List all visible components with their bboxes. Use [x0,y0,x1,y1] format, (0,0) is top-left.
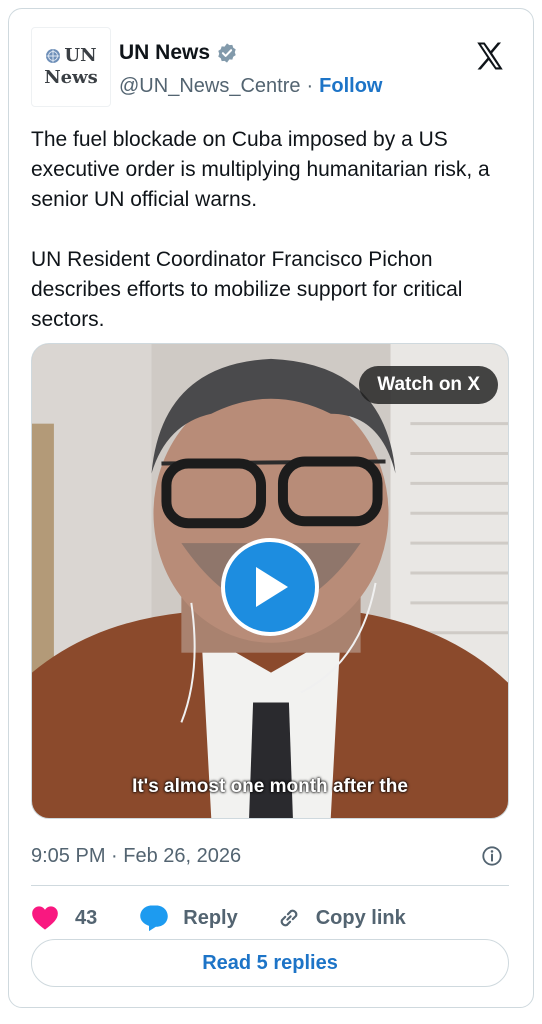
logo-text-un: UN [64,45,97,66]
x-logo-icon[interactable] [473,39,507,73]
post-timestamp[interactable]: 9:05 PM · Feb 26, 2026 [31,845,241,868]
handle[interactable]: @UN_News_Centre [119,75,300,98]
reply-bubble-icon [140,905,168,932]
action-bar: 43 Reply Copy link [31,903,406,933]
read-replies-button[interactable]: Read 5 replies [31,939,509,987]
post-text: The fuel blockade on Cuba imposed by a U… [31,128,490,331]
link-icon [280,909,298,927]
reply-label: Reply [183,906,238,929]
un-emblem-icon [46,49,61,63]
video-caption: It's almost one month after the [132,776,408,797]
display-name[interactable]: UN News [119,41,210,65]
copy-link-button[interactable]: Copy link [276,905,406,931]
heart-icon [32,906,58,930]
embedded-post-card: UN News UN News @UN_News_Centre · Follow… [8,8,534,1008]
info-icon[interactable] [481,845,503,867]
video-player[interactable]: Watch on X It's almost one month after t… [31,343,509,819]
un-news-avatar[interactable]: UN News [31,27,111,107]
verified-badge-icon [218,43,236,63]
reply-button[interactable]: Reply [139,904,238,932]
logo-text-news: News [44,67,98,88]
follow-button[interactable]: Follow [319,75,382,98]
watch-on-x-button[interactable]: Watch on X [359,366,498,404]
copy-link-label: Copy link [315,906,406,929]
play-button[interactable] [221,538,319,636]
divider [31,885,509,886]
like-count: 43 [75,906,98,929]
play-icon [256,567,288,607]
like-button[interactable]: 43 [31,905,97,931]
handle-separator: · [306,75,314,97]
